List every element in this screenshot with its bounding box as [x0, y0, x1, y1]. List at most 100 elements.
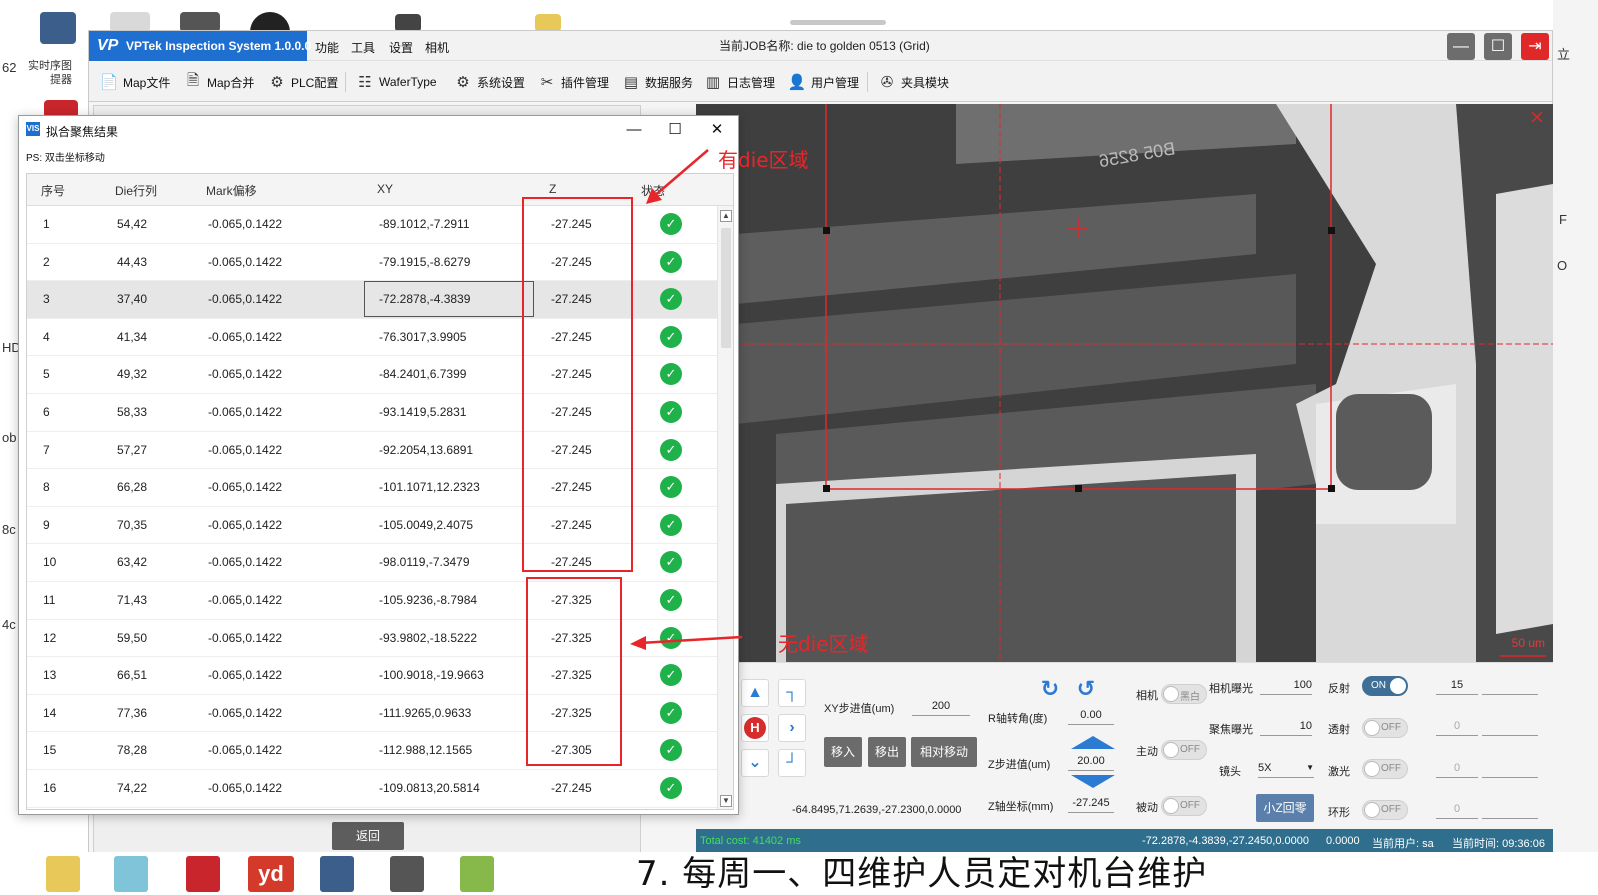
toggle-text: OFF	[1180, 800, 1200, 811]
ring-toggle[interactable]: OFF	[1362, 800, 1408, 820]
motion-control-panel: ▲ ┐ H › ⌄ ┘ XY步进值(um) 200 移入 移出 相对移动 -64…	[696, 662, 1553, 829]
table-scrollbar[interactable]: ▲ ▼	[717, 206, 733, 809]
cell-xy[interactable]: -105.9236,-8.7984	[379, 593, 477, 607]
cell-xy[interactable]: -92.2054,13.6891	[379, 443, 473, 457]
move-out-button[interactable]: 移出	[868, 737, 906, 767]
desktop-app-icon[interactable]	[40, 12, 76, 44]
move-right-button[interactable]: ›	[778, 714, 806, 742]
scroll-thumb[interactable]	[721, 228, 731, 348]
xy-step-input[interactable]: 200	[912, 698, 970, 716]
taskbar-app-icon[interactable]	[186, 856, 220, 892]
dialog-close-button[interactable]: ✕	[703, 119, 731, 141]
reflect-toggle[interactable]: ON	[1362, 676, 1408, 696]
taskbar-app-icon[interactable]	[390, 856, 424, 892]
exit-button[interactable]: ⇥	[1521, 33, 1549, 60]
menu-settings[interactable]: 设置	[389, 39, 413, 56]
menu-tools[interactable]: 工具	[351, 39, 375, 56]
cell-xy[interactable]: -93.9802,-18.5222	[379, 631, 477, 645]
move-down-button[interactable]: ⌄	[741, 749, 769, 777]
tool-map-file[interactable]: 📄 Map文件	[99, 70, 171, 94]
tool-plc-config[interactable]: ⚙ PLC配置	[267, 70, 338, 94]
laser-slider[interactable]	[1482, 760, 1538, 778]
cell-xy[interactable]: -105.0049,2.4075	[379, 518, 473, 532]
corner-top-right-button[interactable]: ┐	[778, 679, 806, 707]
z-step-input[interactable]: 20.00	[1068, 753, 1114, 771]
restore-button[interactable]: ☐	[1484, 33, 1512, 60]
menu-function[interactable]: 功能	[315, 39, 339, 56]
window-grab-handle[interactable]	[790, 20, 886, 25]
r-angle-input[interactable]: 0.00	[1068, 707, 1114, 725]
cell-xy[interactable]: -112.988,12.1565	[379, 743, 472, 757]
cell-xy[interactable]: -79.1915,-8.6279	[379, 255, 470, 269]
z-down-button[interactable]	[1071, 775, 1115, 788]
folder-icon[interactable]	[46, 856, 80, 892]
camera-view[interactable]: B05 8256 50 um	[696, 104, 1553, 662]
rotate-cw-icon[interactable]: ↺	[1074, 677, 1098, 701]
reflect-slider[interactable]	[1482, 677, 1538, 695]
back-button[interactable]: 返回	[332, 822, 404, 850]
col-index[interactable]: 序号	[41, 182, 65, 199]
col-mark[interactable]: Mark偏移	[206, 182, 257, 199]
cell-xy[interactable]: -76.3017,3.9905	[379, 330, 466, 344]
cell-xy[interactable]: -89.1012,-7.2911	[379, 217, 470, 231]
tool-wafer-type[interactable]: ☷ WaferType	[355, 70, 436, 94]
z-zero-button[interactable]: 小Z回零	[1256, 794, 1314, 822]
title-bar: VP VPTek Inspection System 1.0.0.0 功能 工具…	[89, 31, 1552, 61]
ring-slider[interactable]	[1482, 801, 1538, 819]
col-status[interactable]: 状态	[641, 182, 665, 199]
camera-mode-toggle[interactable]: 黑白	[1161, 684, 1207, 704]
corner-bottom-right-button[interactable]: ┘	[778, 749, 806, 777]
col-z[interactable]: Z	[549, 182, 556, 196]
taskbar-app-icon[interactable]	[114, 856, 148, 892]
taskbar-app-icon[interactable]	[320, 856, 354, 892]
cell-xy[interactable]: -93.1419,5.2831	[379, 405, 466, 419]
reflect-input[interactable]: 15	[1436, 677, 1478, 695]
desktop-app-icon[interactable]	[180, 12, 220, 32]
dialog-maximize-button[interactable]: ☐	[661, 119, 689, 141]
tool-map-merge[interactable]: 🗎 Map合并	[183, 70, 254, 94]
laser-toggle[interactable]: OFF	[1362, 759, 1408, 779]
cell-xy[interactable]: -101.1071,12.2323	[379, 480, 480, 494]
cell-xy[interactable]: -72.2878,-4.3839	[379, 292, 470, 306]
taskbar-app-icon[interactable]	[460, 856, 494, 892]
focus-exposure-input[interactable]: 10	[1260, 718, 1312, 736]
rotate-ccw-icon[interactable]: ↻	[1038, 677, 1062, 701]
scroll-up-button[interactable]: ▲	[720, 210, 732, 222]
active-toggle[interactable]: OFF	[1161, 740, 1207, 760]
desktop-app-icon[interactable]	[250, 12, 290, 32]
z-up-button[interactable]	[1071, 736, 1115, 749]
transmit-slider[interactable]	[1482, 718, 1538, 736]
cell-xy[interactable]: -84.2401,6.7399	[379, 367, 466, 381]
tool-data-service[interactable]: ▤ 数据服务	[621, 70, 693, 94]
col-xy[interactable]: XY	[377, 182, 393, 196]
lens-select[interactable]: 5X ▼	[1258, 760, 1314, 778]
yd-app-icon[interactable]: yd	[248, 856, 294, 892]
tool-log-manager[interactable]: ▥ 日志管理	[703, 70, 775, 94]
ring-input[interactable]: 0	[1436, 801, 1478, 819]
move-up-button[interactable]: ▲	[741, 679, 769, 707]
minimize-button[interactable]: —	[1447, 33, 1475, 60]
dialog-minimize-button[interactable]: —	[620, 119, 648, 141]
tool-plugin-manager[interactable]: ✂ 插件管理	[537, 70, 609, 94]
relative-move-button[interactable]: 相对移动	[911, 737, 977, 767]
desktop-app-icon[interactable]	[110, 12, 150, 32]
passive-toggle[interactable]: OFF	[1161, 796, 1207, 816]
menu-camera[interactable]: 相机	[425, 39, 449, 56]
toggle-text: ON	[1371, 680, 1386, 691]
tool-system-settings[interactable]: ⚙ 系统设置	[453, 70, 525, 94]
transmit-input[interactable]: 0	[1436, 718, 1478, 736]
home-button[interactable]: H	[741, 714, 769, 742]
cell-xy[interactable]: -100.9018,-19.9663	[379, 668, 484, 682]
cell-xy[interactable]: -98.0119,-7.3479	[379, 555, 470, 569]
tool-fixture-module[interactable]: ✇ 夹具模块	[877, 70, 949, 94]
table-row[interactable]: 16 74,22 -0.065,0.1422 -109.0813,20.5814 -27…	[27, 769, 717, 808]
scroll-down-button[interactable]: ▼	[720, 795, 732, 807]
move-in-button[interactable]: 移入	[824, 737, 862, 767]
col-die[interactable]: Die行列	[115, 182, 157, 199]
cell-xy[interactable]: -111.9265,0.9633	[379, 706, 471, 720]
cell-xy[interactable]: -109.0813,20.5814	[379, 781, 480, 795]
laser-input[interactable]: 0	[1436, 760, 1478, 778]
transmit-toggle[interactable]: OFF	[1362, 718, 1408, 738]
tool-user-manager[interactable]: 👤 用户管理	[787, 70, 859, 94]
exposure-input[interactable]: 100	[1260, 677, 1312, 695]
